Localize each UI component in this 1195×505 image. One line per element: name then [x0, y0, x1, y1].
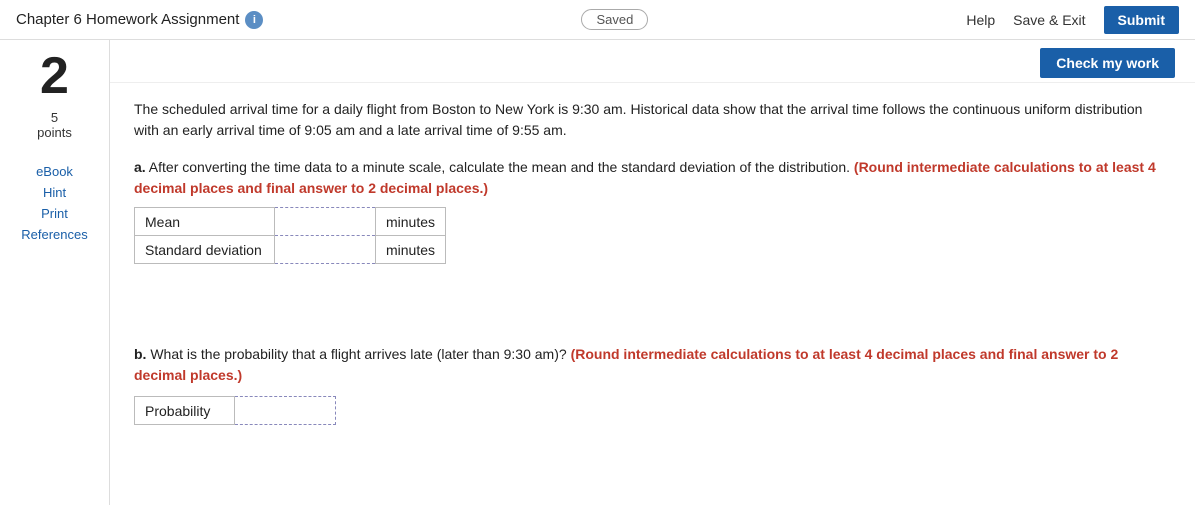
content-area[interactable]: Check my work The scheduled arrival time… [110, 40, 1195, 505]
stddev-unit: minutes [376, 236, 446, 264]
header-right: Help Save & Exit Submit [966, 6, 1179, 34]
header-center: Saved [263, 9, 966, 30]
ebook-link[interactable]: eBook [36, 164, 73, 179]
hint-link[interactable]: Hint [43, 185, 66, 200]
main-layout: 2 5 points eBook Hint Print References C… [0, 40, 1195, 505]
check-my-work-bar: Check my work [110, 40, 1195, 83]
mean-input-cell[interactable] [275, 208, 376, 236]
table-row: Standard deviation minutes [135, 236, 446, 264]
question-content: The scheduled arrival time for a daily f… [110, 83, 1195, 441]
table-row: Mean minutes [135, 208, 446, 236]
question-number: 2 [40, 50, 69, 102]
spacer [134, 284, 1171, 324]
references-link[interactable]: References [21, 227, 87, 242]
part-b-label: b. What is the probability that a flight… [134, 344, 1171, 386]
mean-input[interactable] [285, 214, 365, 230]
stddev-label: Standard deviation [135, 236, 275, 264]
help-link[interactable]: Help [966, 12, 995, 28]
header: Chapter 6 Homework Assignment i Saved He… [0, 0, 1195, 40]
part-b-bold: b. [134, 346, 146, 362]
print-link[interactable]: Print [41, 206, 68, 221]
part-a-table: Mean minutes Standard deviation minutes [134, 207, 446, 264]
check-my-work-button[interactable]: Check my work [1040, 48, 1175, 78]
prob-label: Probability [135, 397, 235, 425]
sidebar-links: eBook Hint Print References [0, 164, 109, 242]
probability-input[interactable] [245, 403, 325, 419]
mean-label: Mean [135, 208, 275, 236]
prob-input-cell[interactable] [235, 397, 336, 425]
stddev-input[interactable] [285, 242, 365, 258]
table-row: Probability [135, 397, 336, 425]
saved-badge: Saved [581, 9, 648, 30]
part-a-text: After converting the time data to a minu… [146, 159, 850, 175]
part-a-bold: a. [134, 159, 146, 175]
mean-unit: minutes [376, 208, 446, 236]
page-title: Chapter 6 Homework Assignment [16, 11, 239, 28]
points-label: 5 points [37, 110, 72, 140]
info-icon[interactable]: i [245, 11, 263, 29]
stddev-input-cell[interactable] [275, 236, 376, 264]
header-title-area: Chapter 6 Homework Assignment i [16, 11, 263, 29]
intro-text: The scheduled arrival time for a daily f… [134, 99, 1171, 141]
probability-table: Probability [134, 396, 336, 425]
left-panel: 2 5 points eBook Hint Print References [0, 40, 110, 505]
save-exit-button[interactable]: Save & Exit [1013, 12, 1085, 28]
submit-button[interactable]: Submit [1104, 6, 1179, 34]
part-b-section: b. What is the probability that a flight… [134, 344, 1171, 425]
part-a-label: a. After converting the time data to a m… [134, 157, 1171, 199]
part-b-text: What is the probability that a flight ar… [146, 346, 566, 362]
